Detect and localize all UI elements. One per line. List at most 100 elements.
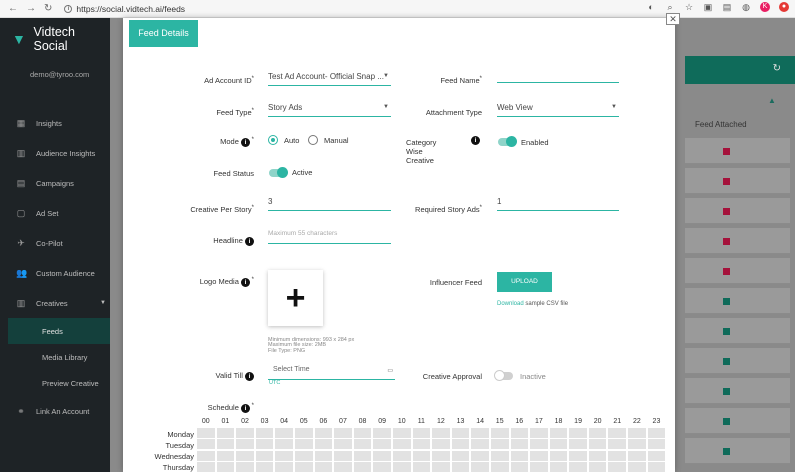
schedule-cell[interactable] (588, 428, 607, 438)
bookmark-star-icon[interactable]: ☆ (684, 2, 694, 12)
feed-attached-icon[interactable] (723, 148, 730, 155)
mode-manual-radio[interactable]: Manual (308, 135, 349, 145)
schedule-cell[interactable] (392, 428, 411, 438)
extension-icon[interactable]: ▤ (722, 2, 732, 12)
schedule-cell[interactable] (471, 428, 489, 438)
schedule-cell[interactable] (510, 450, 529, 461)
info-icon[interactable]: i (240, 137, 250, 147)
close-icon[interactable]: ✕ (666, 13, 680, 25)
schedule-cell[interactable] (334, 450, 352, 461)
schedule-cell[interactable] (255, 450, 274, 461)
feed-attached-icon[interactable] (723, 178, 730, 185)
schedule-cell[interactable] (334, 461, 352, 472)
info-icon[interactable]: i (471, 136, 480, 145)
info-icon[interactable]: i (245, 371, 254, 381)
required-story-ads-input[interactable]: 1 (497, 197, 619, 211)
schedule-cell[interactable] (569, 450, 587, 461)
schedule-cell[interactable] (294, 450, 313, 461)
feed-attached-icon[interactable] (723, 238, 730, 245)
schedule-cell[interactable] (608, 439, 627, 450)
schedule-cell[interactable] (647, 461, 666, 472)
schedule-cell[interactable] (628, 450, 646, 461)
schedule-cell[interactable] (314, 439, 333, 450)
schedule-cell[interactable] (216, 450, 235, 461)
schedule-cell[interactable] (197, 450, 215, 461)
chevron-up-icon[interactable]: ▲ (768, 96, 776, 105)
category-wise-toggle[interactable] (498, 136, 517, 147)
schedule-cell[interactable] (569, 461, 587, 472)
schedule-cell[interactable] (608, 450, 627, 461)
schedule-cell[interactable] (549, 450, 568, 461)
schedule-cell[interactable] (432, 428, 450, 438)
schedule-cell[interactable] (549, 439, 568, 450)
schedule-cell[interactable] (412, 439, 431, 450)
schedule-cell[interactable] (432, 439, 450, 450)
schedule-cell[interactable] (392, 450, 411, 461)
schedule-cell[interactable] (236, 428, 254, 438)
schedule-cell[interactable] (294, 428, 313, 438)
feed-type-select[interactable]: Story Ads ▼ (268, 103, 391, 117)
sidebar-item-ad-set[interactable]: ▢ Ad Set (0, 198, 110, 228)
schedule-cell[interactable] (255, 428, 274, 438)
schedule-cell[interactable] (373, 461, 391, 472)
schedule-cell[interactable] (314, 428, 333, 438)
zoom-icon[interactable]: ⌕ (665, 2, 675, 12)
schedule-cell[interactable] (197, 428, 215, 438)
schedule-cell[interactable] (647, 428, 666, 438)
schedule-cell[interactable] (490, 439, 509, 450)
schedule-cell[interactable] (628, 428, 646, 438)
schedule-cell[interactable] (197, 439, 215, 450)
schedule-cell[interactable] (216, 428, 235, 438)
schedule-cell[interactable] (569, 439, 587, 450)
schedule-cell[interactable] (392, 461, 411, 472)
schedule-cell[interactable] (275, 428, 293, 438)
sidebar-item-link-account[interactable]: ⚭ Link An Account (0, 396, 110, 426)
schedule-cell[interactable] (530, 450, 548, 461)
schedule-cell[interactable] (314, 450, 333, 461)
schedule-cell[interactable] (216, 439, 235, 450)
schedule-cell[interactable] (412, 450, 431, 461)
schedule-cell[interactable] (549, 428, 568, 438)
schedule-cell[interactable] (294, 439, 313, 450)
schedule-cell[interactable] (510, 439, 529, 450)
schedule-cell[interactable] (373, 450, 391, 461)
sidebar-item-insights[interactable]: ▦ Insights (0, 108, 110, 138)
mode-auto-radio[interactable]: Auto (268, 135, 299, 145)
schedule-cell[interactable] (451, 461, 470, 472)
forward-icon[interactable]: → (26, 3, 36, 14)
schedule-cell[interactable] (197, 461, 215, 472)
schedule-cell[interactable] (490, 450, 509, 461)
info-icon[interactable]: i (245, 236, 254, 246)
extension-icon[interactable]: ● (779, 2, 789, 12)
sidebar-item-custom-audience[interactable]: 👥 Custom Audience (0, 258, 110, 288)
profile-avatar[interactable]: K (760, 2, 770, 12)
back-icon[interactable]: ← (8, 3, 18, 14)
creative-approval-toggle[interactable] (494, 370, 513, 381)
schedule-cell[interactable] (608, 428, 627, 438)
ad-account-select[interactable]: Test Ad Account- Official Snap ... ▼ (268, 72, 391, 86)
feed-attached-icon[interactable] (723, 448, 730, 455)
feed-attached-icon[interactable] (723, 268, 730, 275)
sidebar-item-media-library[interactable]: Media Library (0, 344, 110, 370)
extension-icon[interactable]: ▣ (703, 2, 713, 12)
logo-upload-button[interactable]: + (268, 270, 323, 326)
schedule-cell[interactable] (471, 450, 489, 461)
download-link[interactable]: Download (497, 301, 524, 307)
feed-attached-icon[interactable] (723, 328, 730, 335)
schedule-cell[interactable] (647, 450, 666, 461)
headline-input[interactable]: Maximum 55 characters (268, 230, 391, 244)
schedule-cell[interactable] (373, 439, 391, 450)
sidebar-item-campaigns[interactable]: ▤ Campaigns (0, 168, 110, 198)
extension-icon[interactable]: ◐ (646, 2, 656, 12)
schedule-cell[interactable] (236, 450, 254, 461)
schedule-cell[interactable] (588, 450, 607, 461)
schedule-cell[interactable] (490, 461, 509, 472)
schedule-cell[interactable] (471, 461, 489, 472)
feed-attached-icon[interactable] (723, 298, 730, 305)
sidebar-item-audience-insights[interactable]: ▥ Audience Insights (0, 138, 110, 168)
schedule-cell[interactable] (334, 428, 352, 438)
schedule-cell[interactable] (510, 461, 529, 472)
schedule-cell[interactable] (392, 439, 411, 450)
feed-status-toggle[interactable] (269, 167, 288, 178)
schedule-cell[interactable] (530, 439, 548, 450)
